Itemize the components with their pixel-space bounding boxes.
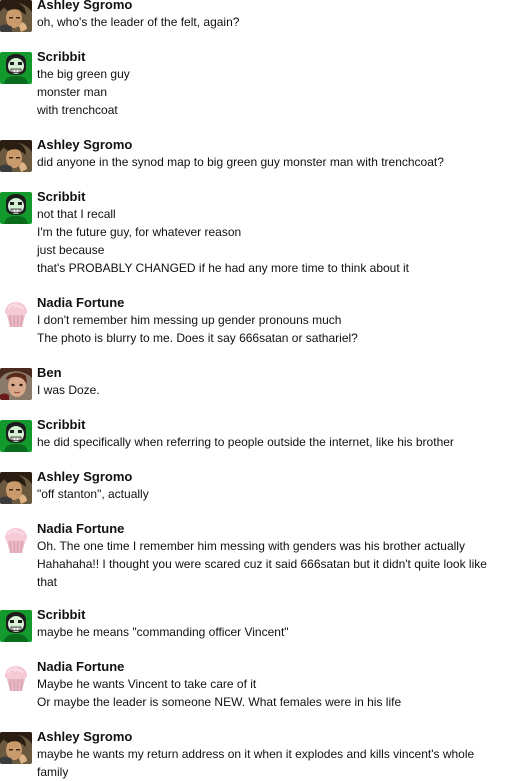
author-name-nadia-fortune[interactable]: Nadia Fortune (37, 520, 524, 537)
message-text: family (37, 765, 69, 779)
message-text: monster man (37, 85, 108, 99)
message-text: Hahahaha!! I thought you were scared cuz… (37, 557, 487, 571)
scribbit-avatar-icon[interactable] (0, 52, 32, 84)
author-name-ashley-sgromo[interactable]: Ashley Sgromo (37, 468, 524, 485)
message-content: Scribbit the big green guy monster man with… (37, 48, 524, 119)
author-name-ashley-sgromo[interactable]: Ashley Sgromo (37, 728, 524, 745)
message-content: Scribbit he did specifically when referri… (37, 416, 524, 451)
scribbit-avatar-icon[interactable] (0, 610, 32, 642)
scribbit-avatar-icon[interactable] (0, 192, 32, 224)
author-name-ashley-sgromo[interactable]: Ashley Sgromo (37, 136, 524, 153)
cupcake-avatar-icon[interactable] (0, 662, 32, 694)
ashley-avatar-icon[interactable] (0, 472, 32, 504)
message-text: maybe he means "commanding officer Vince… (37, 625, 289, 639)
message-text: did anyone in the synod map to big green… (37, 155, 444, 169)
message-text: that (37, 575, 58, 589)
message-text: maybe he wants my return address on it w… (37, 747, 475, 761)
message-text: Oh. The one time I remember him messing … (37, 539, 465, 553)
message-content: Ben I was Doze. (37, 364, 524, 399)
message-text: the big green guy (37, 67, 130, 81)
author-name-scribbit[interactable]: Scribbit (37, 188, 524, 205)
message-text: that's PROBABLY CHANGED if he had any mo… (37, 261, 410, 275)
author-name-scribbit[interactable]: Scribbit (37, 606, 524, 623)
message-text: oh, who's the leader of the felt, again? (37, 15, 240, 29)
author-name-ben[interactable]: Ben (37, 364, 524, 381)
message-text: Or maybe the leader is someone NEW. What… (37, 695, 402, 709)
message-text: just because (37, 243, 105, 257)
message-content: Scribbit not that I recall I'm the future … (37, 188, 524, 277)
author-name-nadia-fortune[interactable]: Nadia Fortune (37, 658, 524, 675)
cupcake-avatar-icon[interactable] (0, 298, 32, 330)
author-name-ashley-sgromo[interactable]: Ashley Sgromo (37, 0, 524, 13)
message-content: Ashley Sgromo "off stanton", actually (37, 468, 524, 503)
ashley-avatar-icon[interactable] (0, 732, 32, 764)
message-text: Maybe he wants Vincent to take care of i… (37, 677, 257, 691)
author-name-scribbit[interactable]: Scribbit (37, 48, 524, 65)
message-text: "off stanton", actually (37, 487, 149, 501)
message-content: Nadia Fortune I don't remember him messin… (37, 294, 524, 347)
message-content: Nadia Fortune Oh. The one time I remember… (37, 520, 524, 591)
message-content: Ashley Sgromo did anyone in the synod map… (37, 136, 524, 171)
message-content: Ashley Sgromo maybe he wants my return ad… (37, 728, 524, 781)
message-text: not that I recall (37, 207, 116, 221)
cupcake-avatar-icon[interactable] (0, 524, 32, 556)
message-text: I don't remember him messing up gender p… (37, 313, 342, 327)
message-text: The photo is blurry to me. Does it say 6… (37, 331, 358, 345)
ashley-avatar-icon[interactable] (0, 140, 32, 172)
message-content: Scribbit maybe he means "commanding offic… (37, 606, 524, 641)
author-name-scribbit[interactable]: Scribbit (37, 416, 524, 433)
ben-avatar-icon[interactable] (0, 368, 32, 400)
scribbit-avatar-icon[interactable] (0, 420, 32, 452)
message-content: Ashley Sgromo oh, who's the leader of the… (37, 0, 524, 31)
message-text: I'm the future guy, for whatever reason (37, 225, 242, 239)
message-text: he did specifically when referring to pe… (37, 435, 454, 449)
message-text: with trenchcoat (37, 103, 118, 117)
author-name-nadia-fortune[interactable]: Nadia Fortune (37, 294, 524, 311)
message-content: Nadia Fortune Maybe he wants Vincent to t… (37, 658, 524, 711)
message-text: I was Doze. (37, 383, 100, 397)
ashley-avatar-icon[interactable] (0, 0, 32, 32)
